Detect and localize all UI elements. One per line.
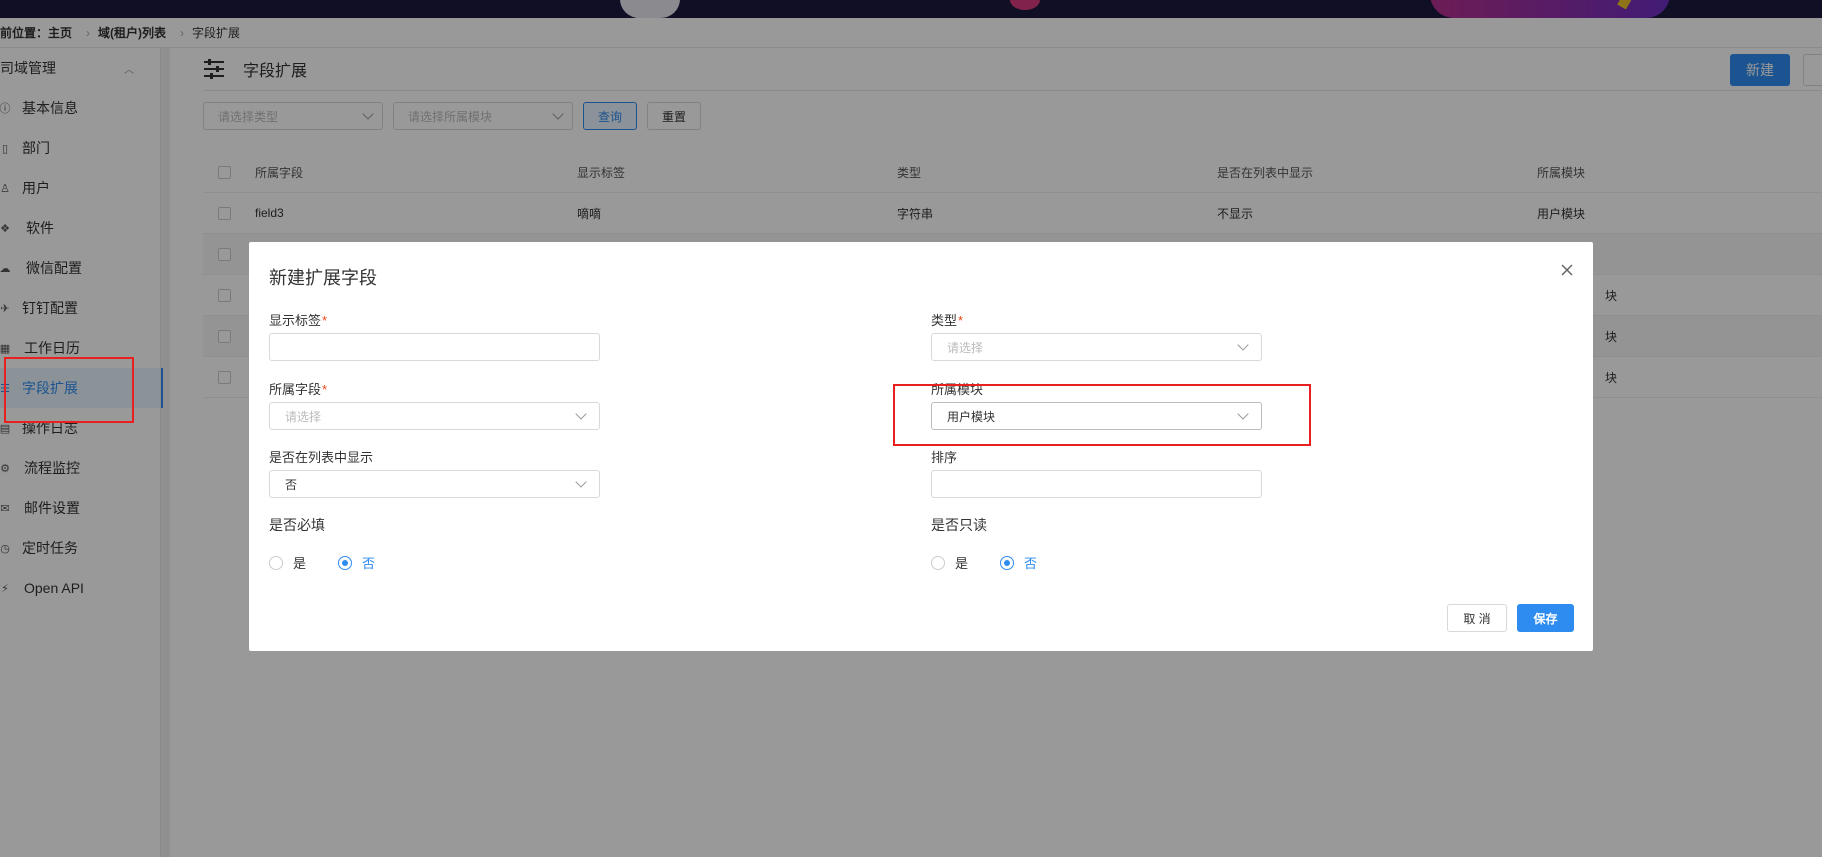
chevron-down-icon (575, 408, 587, 420)
highlight-box-sidebar (4, 357, 134, 423)
readonly-flag-label: 是否只读 (931, 517, 987, 533)
required-yes-radio[interactable] (269, 555, 283, 570)
type-select-placeholder: 请选择 (947, 340, 984, 355)
show-in-list-select[interactable]: 否 (269, 470, 600, 498)
required-no-radio[interactable] (338, 555, 353, 570)
readonly-yes-label[interactable]: 是 (955, 553, 968, 572)
readonly-no-radio[interactable] (1000, 555, 1015, 570)
highlight-box-module (893, 384, 1311, 446)
required-no-label[interactable]: 否 (362, 553, 375, 572)
readonly-no-label[interactable]: 否 (1024, 553, 1037, 572)
display-label-label: 显示标签* (269, 313, 328, 328)
required-flag-radio-group: 是 否 (269, 553, 407, 572)
save-button[interactable]: 保存 (1517, 604, 1574, 632)
chevron-down-icon (575, 476, 587, 488)
field-label: 所属字段* (269, 382, 328, 397)
show-in-list-label: 是否在列表中显示 (269, 450, 374, 465)
type-label: 类型* (931, 313, 964, 328)
readonly-yes-radio[interactable] (931, 555, 945, 570)
show-in-list-value: 否 (285, 477, 298, 492)
close-icon[interactable] (1557, 260, 1577, 280)
cancel-button[interactable]: 取 消 (1447, 604, 1507, 632)
chevron-down-icon (1237, 339, 1249, 351)
field-select[interactable]: 请选择 (269, 402, 600, 430)
required-flag-label: 是否必填 (269, 517, 325, 533)
new-field-dialog: 新建扩展字段 显示标签* 类型* 请选择 所属字段* 请选择 所属模块 用户模块… (249, 242, 1593, 651)
required-yes-label[interactable]: 是 (293, 553, 306, 572)
sort-input[interactable] (931, 470, 1262, 498)
field-select-placeholder: 请选择 (285, 409, 322, 424)
dialog-title: 新建扩展字段 (269, 268, 377, 288)
sort-label: 排序 (931, 450, 958, 465)
type-select[interactable]: 请选择 (931, 333, 1262, 361)
display-label-input[interactable] (269, 333, 600, 361)
readonly-flag-radio-group: 是 否 (931, 553, 1069, 572)
